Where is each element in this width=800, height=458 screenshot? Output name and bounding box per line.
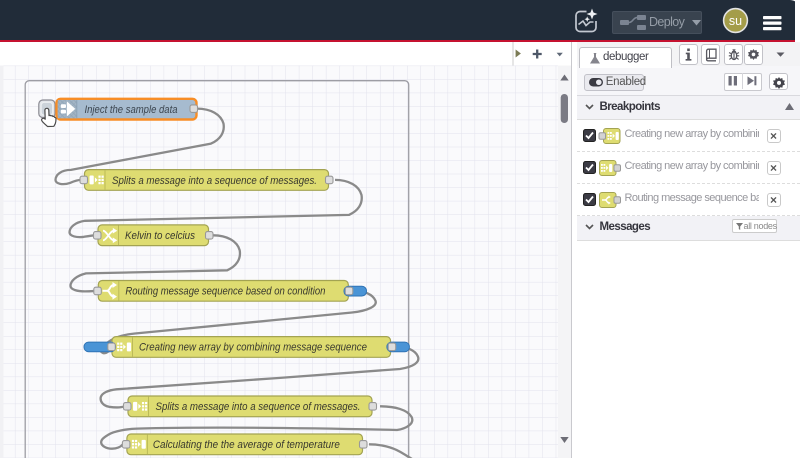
- svg-text:Splits a message into a sequen: Splits a message into a sequence of mess…: [156, 401, 361, 413]
- svg-text:su: su: [728, 14, 741, 28]
- svg-text:Calculating the the average of: Calculating the the average of temperatu…: [153, 439, 340, 451]
- svg-text:Kelvin to celcius: Kelvin to celcius: [125, 230, 195, 242]
- svg-text:Routing message sequence based: Routing message sequence based on condit…: [125, 286, 325, 298]
- svg-text:Inject the sample data: Inject the sample data: [85, 104, 178, 116]
- svg-text:Splits a message into a sequen: Splits a message into a sequence of mess…: [112, 175, 317, 187]
- svg-text:Creating new array by combinin: Creating new array by combining message …: [139, 342, 367, 354]
